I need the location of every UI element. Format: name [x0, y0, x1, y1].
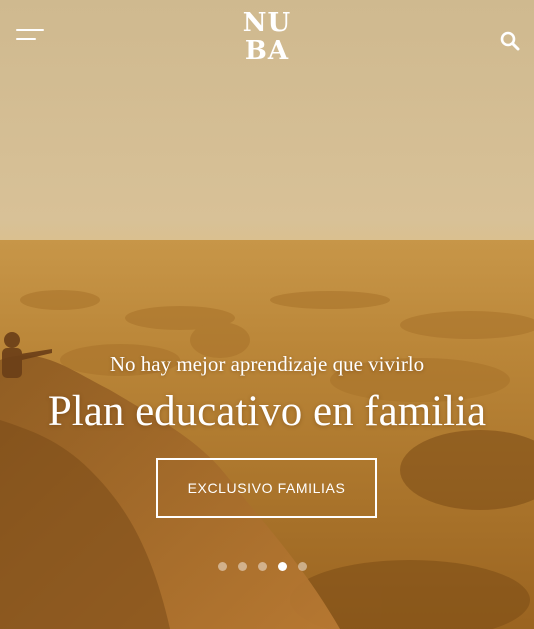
nuba-logo[interactable]: NU BA: [240, 9, 294, 65]
site-header: NU BA: [0, 0, 534, 80]
slider-dot[interactable]: [258, 562, 267, 571]
hero-background-image: [0, 0, 534, 629]
logo-line-1: NU: [242, 8, 292, 38]
hero-title: Plan educativo en familia: [47, 388, 487, 435]
logo-line-2: BA: [244, 36, 290, 66]
slider-dot[interactable]: [298, 562, 307, 571]
hero-tagline: No hay mejor aprendizaje que vivirlo: [109, 352, 425, 376]
slider-dot[interactable]: [278, 562, 287, 571]
exclusivo-familias-button[interactable]: EXCLUSIVO FAMILIAS: [156, 458, 377, 518]
hamburger-menu-icon[interactable]: [16, 29, 44, 49]
hero-slider: [0, 0, 534, 629]
slider-pagination: [218, 562, 307, 574]
search-icon[interactable]: [500, 31, 520, 51]
slider-dot[interactable]: [218, 562, 227, 571]
slider-dot[interactable]: [238, 562, 247, 571]
